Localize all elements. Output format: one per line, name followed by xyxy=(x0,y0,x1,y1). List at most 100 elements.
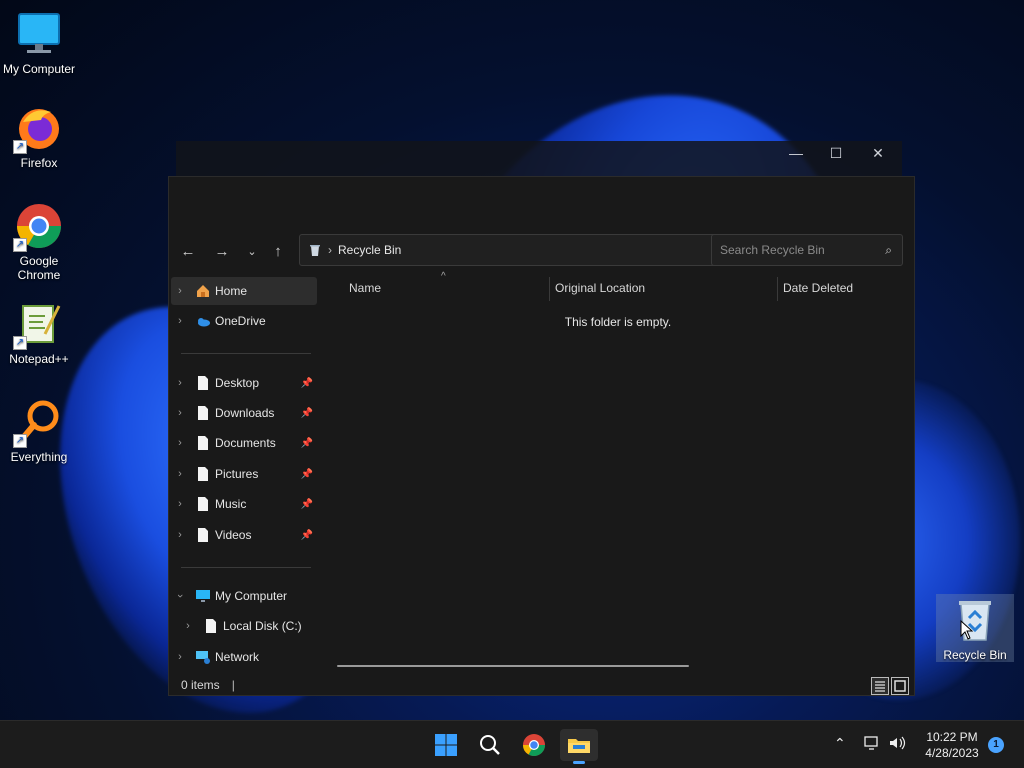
forward-arrow-icon[interactable]: → xyxy=(211,241,233,263)
minimize-icon[interactable]: — xyxy=(776,145,816,161)
home-icon xyxy=(195,283,211,299)
horizontal-scrollbar[interactable] xyxy=(337,665,689,667)
navigation-pane: › Home › OneDrive › Desktop 📌 › Download… xyxy=(171,277,317,673)
up-arrow-icon[interactable]: ↑ xyxy=(267,241,289,263)
document-icon xyxy=(195,527,211,543)
recycle-bin-icon xyxy=(951,596,999,644)
expand-chevron-icon[interactable]: › xyxy=(171,377,189,389)
sidebar-item-local-disk[interactable]: › Local Disk (C:) xyxy=(171,612,317,640)
sidebar-item-pictures[interactable]: › Pictures 📌 xyxy=(171,460,317,488)
shortcut-arrow-icon: ↗ xyxy=(13,434,27,448)
monitor-icon xyxy=(15,10,63,58)
sidebar-item-label: Pictures xyxy=(215,467,259,481)
pin-icon[interactable]: 📌 xyxy=(301,469,313,480)
volume-icon[interactable] xyxy=(888,735,906,754)
column-separator[interactable] xyxy=(777,277,778,301)
system-clock[interactable]: 10:22 PM 4/28/2023 xyxy=(914,729,990,761)
sidebar-item-videos[interactable]: › Videos 📌 xyxy=(171,521,317,549)
sidebar-item-label: Music xyxy=(215,497,247,511)
desktop-icon-label: Google Chrome xyxy=(17,254,61,282)
column-separator[interactable] xyxy=(549,277,550,301)
chrome-icon[interactable] xyxy=(518,729,550,761)
expand-chevron-icon[interactable]: › xyxy=(171,285,189,297)
back-arrow-icon[interactable]: ← xyxy=(177,241,199,263)
document-icon xyxy=(203,618,219,634)
sidebar-item-network[interactable]: › Network xyxy=(171,643,317,671)
sidebar-item-label: Local Disk (C:) xyxy=(223,619,302,633)
mouse-cursor-icon xyxy=(960,619,974,640)
desktop-icon-recycle-bin[interactable]: Recycle Bin xyxy=(936,594,1014,662)
shortcut-arrow-icon: ↗ xyxy=(13,140,27,154)
file-explorer-icon[interactable] xyxy=(560,729,598,764)
search-icon[interactable]: ⌕ xyxy=(885,243,892,258)
show-hidden-icons-chevron-icon[interactable]: ⌃ xyxy=(834,735,846,752)
pin-icon[interactable]: 📌 xyxy=(301,438,313,449)
pin-icon[interactable]: 📌 xyxy=(301,530,313,541)
sidebar-item-onedrive[interactable]: › OneDrive xyxy=(171,307,317,335)
desktop-icon-label: Recycle Bin xyxy=(943,648,1007,662)
pin-icon[interactable]: 📌 xyxy=(301,408,313,419)
sidebar-item-my-computer[interactable]: › My Computer xyxy=(171,582,317,610)
desktop-icon-notepadpp[interactable]: ↗ Notepad++ xyxy=(0,300,78,366)
breadcrumb-current[interactable]: Recycle Bin xyxy=(338,243,401,257)
document-icon xyxy=(195,405,211,421)
breadcrumb-separator-icon: › xyxy=(328,243,332,257)
sidebar-item-label: My Computer xyxy=(215,589,288,603)
firefox-icon: ↗ xyxy=(13,104,63,154)
sidebar-item-music[interactable]: › Music 📌 xyxy=(171,490,317,518)
active-app-indicator xyxy=(573,761,585,764)
window-titlebar[interactable]: — ☐ ✕ xyxy=(176,141,902,181)
expand-chevron-icon[interactable]: › xyxy=(171,407,189,419)
expand-chevron-icon[interactable]: › xyxy=(171,468,189,480)
pin-icon[interactable]: 📌 xyxy=(301,378,313,389)
maximize-icon[interactable]: ☐ xyxy=(816,145,856,162)
desktop-icon-label: My Computer xyxy=(2,62,76,76)
desktop-icon-firefox[interactable]: ↗ Firefox xyxy=(0,104,78,170)
network-icon xyxy=(195,649,211,665)
pin-icon[interactable]: 📌 xyxy=(301,499,313,510)
desktop-icon-my-computer[interactable]: My Computer xyxy=(0,10,78,76)
desktop-icon-chrome[interactable]: ↗ Google Chrome xyxy=(0,202,78,282)
sidebar-item-label: Desktop xyxy=(215,376,260,390)
search-box[interactable]: Search Recycle Bin ⌕ xyxy=(711,234,903,266)
sidebar-item-documents[interactable]: › Documents 📌 xyxy=(171,429,317,457)
column-header-name[interactable]: Name xyxy=(349,281,381,295)
cloud-icon xyxy=(195,313,211,329)
shortcut-arrow-icon: ↗ xyxy=(13,336,27,350)
expand-chevron-icon[interactable]: › xyxy=(171,651,189,663)
document-icon xyxy=(195,375,211,391)
desktop-icon-label: Notepad++ xyxy=(9,352,69,366)
expand-chevron-icon[interactable]: › xyxy=(171,498,189,510)
sort-ascending-icon: ^ xyxy=(441,271,446,282)
notepad-plus-plus-icon: ↗ xyxy=(13,300,63,350)
notification-badge[interactable]: 1 xyxy=(988,737,1004,753)
large-icons-view-button[interactable] xyxy=(891,677,909,695)
details-view-button[interactable] xyxy=(871,677,889,695)
expand-chevron-icon[interactable]: › xyxy=(174,587,186,605)
item-count: 0 items xyxy=(181,678,220,692)
magnifier-icon: ↗ xyxy=(13,398,63,448)
desktop-icon-everything[interactable]: ↗ Everything xyxy=(0,398,78,464)
shortcut-arrow-icon: ↗ xyxy=(13,238,27,252)
expand-chevron-icon[interactable]: › xyxy=(171,315,189,327)
file-explorer-window: ← → ⌄ ↑ › Recycle Bin ⌄ ↻ Search Recycle… xyxy=(168,176,915,696)
chrome-icon: ↗ xyxy=(13,202,63,252)
sidebar-item-desktop[interactable]: › Desktop 📌 xyxy=(171,369,317,397)
network-status-icon[interactable] xyxy=(864,735,880,754)
file-list-pane[interactable]: ^ Name Original Location Date Deleted Th… xyxy=(321,271,915,673)
close-icon[interactable]: ✕ xyxy=(858,145,898,162)
sidebar-item-home[interactable]: › Home xyxy=(171,277,317,305)
empty-folder-message: This folder is empty. xyxy=(564,315,672,329)
column-header-original-location[interactable]: Original Location xyxy=(555,281,645,295)
recent-locations-chevron-icon[interactable]: ⌄ xyxy=(241,241,263,263)
column-header-date-deleted[interactable]: Date Deleted xyxy=(783,281,853,295)
status-bar: 0 items | xyxy=(169,673,914,697)
expand-chevron-icon[interactable]: › xyxy=(179,620,197,632)
sidebar-item-downloads[interactable]: › Downloads 📌 xyxy=(171,399,317,427)
recycle-bin-small-icon xyxy=(308,243,322,257)
status-separator: | xyxy=(231,678,235,692)
expand-chevron-icon[interactable]: › xyxy=(171,529,189,541)
search-icon[interactable] xyxy=(474,729,506,761)
expand-chevron-icon[interactable]: › xyxy=(171,437,189,449)
start-windows-icon[interactable] xyxy=(430,729,462,761)
